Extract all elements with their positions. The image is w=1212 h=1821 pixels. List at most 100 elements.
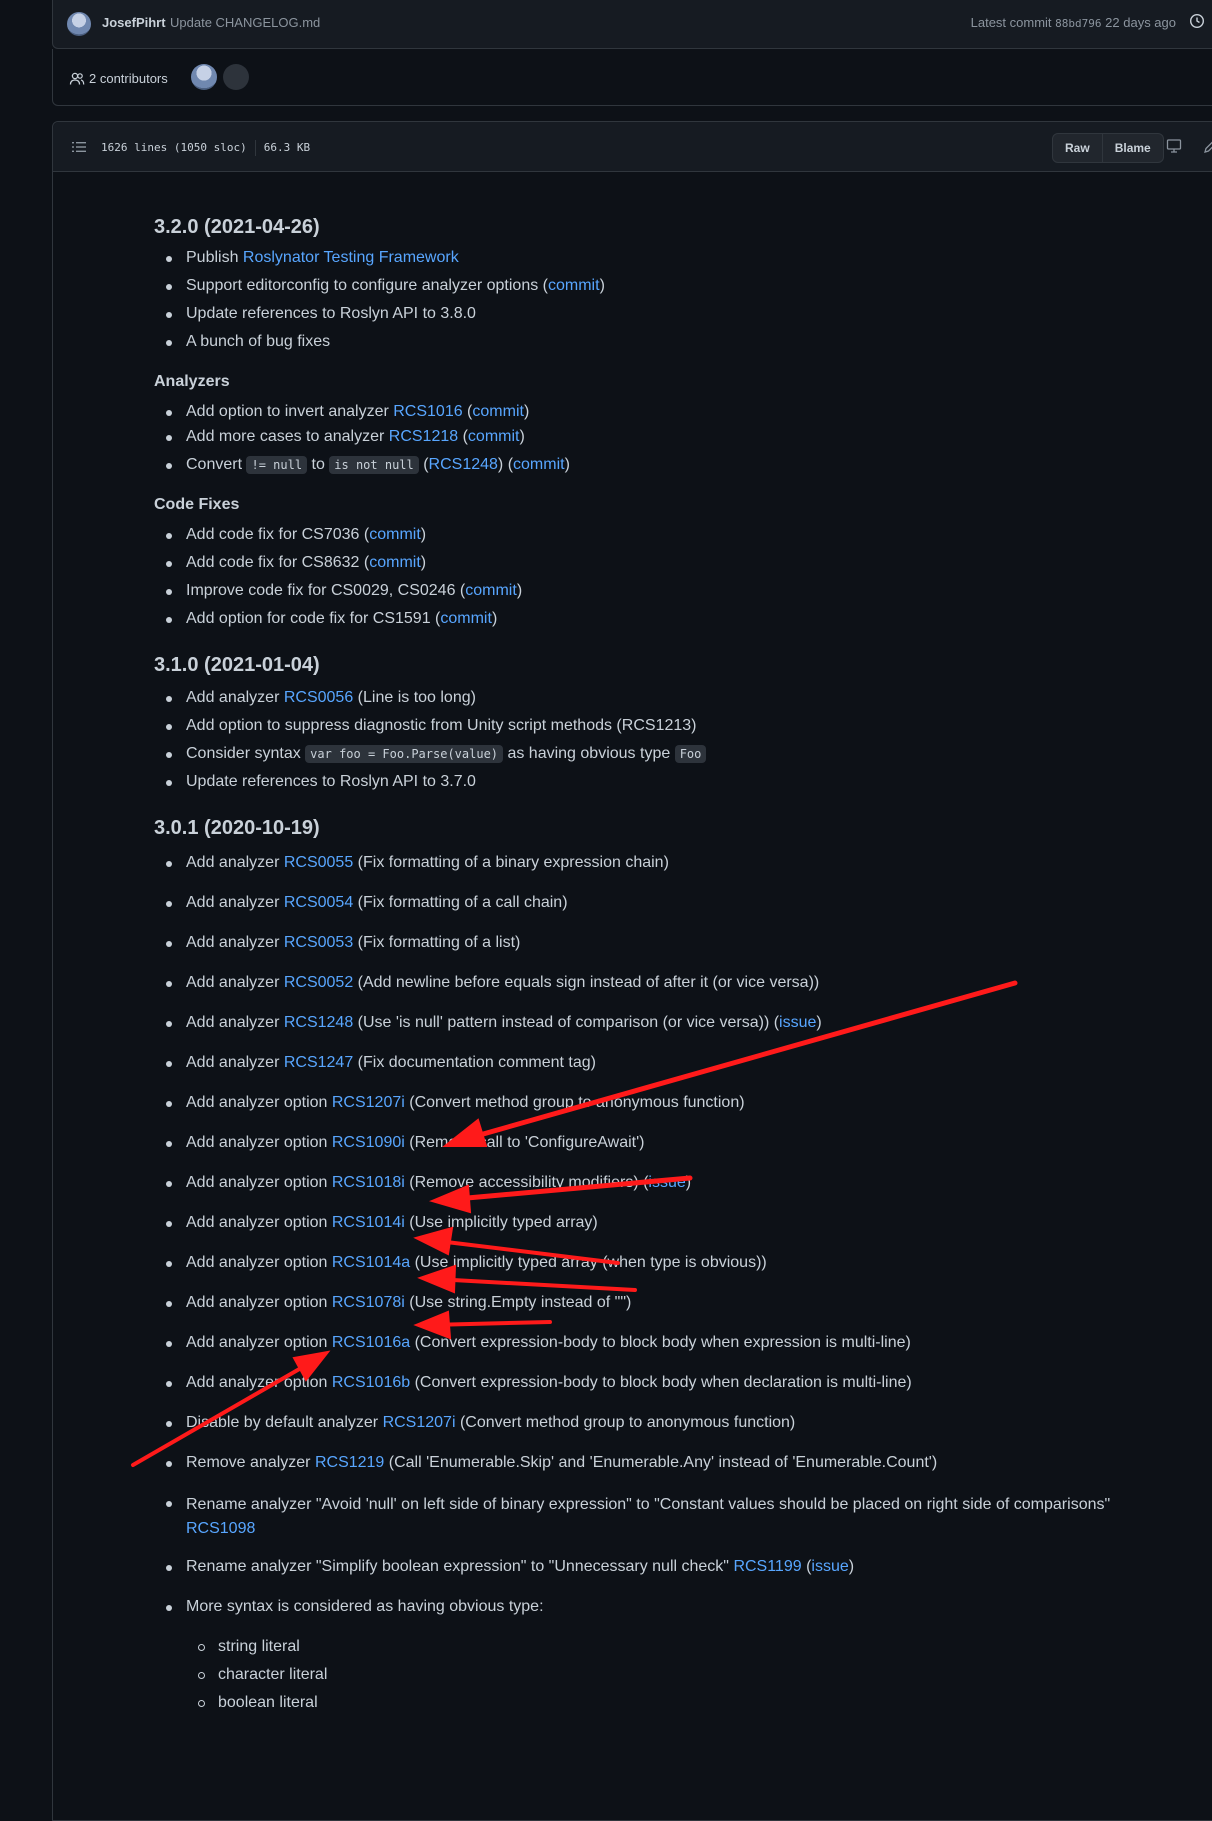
- item-text: ): [519, 428, 525, 445]
- rule-link[interactable]: RCS1098: [186, 1520, 255, 1537]
- testing-framework-link[interactable]: Roslynator Testing Framework: [243, 249, 459, 266]
- commit-message-link[interactable]: Update CHANGELOG.md: [170, 15, 320, 30]
- rule-link[interactable]: RCS1014i: [332, 1214, 405, 1231]
- rule-link[interactable]: RCS1247: [284, 1054, 353, 1071]
- rule-link[interactable]: RCS1218: [389, 428, 458, 445]
- item-text: Add analyzer option: [186, 1134, 332, 1151]
- blame-button[interactable]: Blame: [1101, 134, 1163, 162]
- sub-list-item: boolean literal: [154, 1693, 1154, 1713]
- item-text: Remove analyzer: [186, 1454, 315, 1471]
- outline-list-icon[interactable]: [71, 139, 87, 155]
- commit-link[interactable]: commit: [513, 456, 565, 473]
- commit-link[interactable]: commit: [369, 554, 421, 571]
- commit-link[interactable]: commit: [369, 526, 421, 543]
- rule-link[interactable]: RCS1018i: [332, 1174, 405, 1191]
- list-item: Add analyzer RCS0055 (Fix formatting of …: [154, 853, 1154, 873]
- item-text: (: [458, 428, 468, 445]
- item-text: Add option to invert analyzer: [186, 403, 394, 420]
- list-item: Add code fix for CS8632 (commit): [154, 553, 1154, 573]
- list-item: Add analyzer option RCS1090i (Remove cal…: [154, 1133, 1154, 1153]
- latest-commit-label: Latest commit: [970, 15, 1052, 30]
- raw-button[interactable]: Raw: [1053, 134, 1102, 162]
- list-item: Add option to suppress diagnostic from U…: [154, 716, 1154, 736]
- desktop-icon[interactable]: [1166, 138, 1182, 154]
- commit-author-link[interactable]: JosefPihrt: [102, 15, 166, 30]
- issue-link[interactable]: issue: [648, 1174, 685, 1191]
- pencil-icon[interactable]: [1203, 138, 1212, 154]
- list: Publish Roslynator Testing Framework Sup…: [154, 248, 1154, 352]
- list-item: Improve code fix for CS0029, CS0246 (com…: [154, 581, 1154, 601]
- rule-link[interactable]: RCS1016a: [332, 1334, 410, 1351]
- sub-list-item: character literal: [154, 1665, 1154, 1685]
- list-item: A bunch of bug fixes: [154, 332, 1154, 352]
- list: Add code fix for CS7036 (commit) Add cod…: [154, 525, 1154, 629]
- rule-link[interactable]: RCS1090i: [332, 1134, 405, 1151]
- contributor-avatar[interactable]: [191, 64, 217, 90]
- rule-link[interactable]: RCS1014a: [332, 1254, 410, 1271]
- item-text: (Convert method group to anonymous funct…: [455, 1414, 796, 1431]
- list-item: Add analyzer RCS0052 (Add newline before…: [154, 973, 1154, 993]
- rule-link[interactable]: RCS0053: [284, 934, 353, 951]
- author-avatar[interactable]: [67, 12, 91, 36]
- list-item: Rename analyzer "Simplify boolean expres…: [154, 1557, 1154, 1577]
- contributor-avatar[interactable]: [223, 64, 249, 90]
- item-text: Add analyzer option: [186, 1174, 332, 1191]
- latest-commit-bar: JosefPihrt Update CHANGELOG.md Latest co…: [52, 0, 1212, 49]
- rule-link[interactable]: RCS1219: [315, 1454, 384, 1471]
- commit-link[interactable]: commit: [465, 582, 517, 599]
- item-text: Add analyzer: [186, 934, 284, 951]
- item-text: (Remove call to 'ConfigureAwait'): [404, 1134, 645, 1151]
- history-icon[interactable]: [1189, 13, 1205, 29]
- item-text: (Convert expression-body to block body w…: [410, 1334, 911, 1351]
- item-text: (Fix formatting of a binary expression c…: [353, 854, 669, 871]
- item-text: (Use implicitly typed array (when type i…: [410, 1254, 767, 1271]
- rule-link[interactable]: RCS1248: [429, 456, 498, 473]
- file-actions: Raw Blame: [1052, 133, 1164, 163]
- item-text: Support editorconfig to configure analyz…: [186, 277, 548, 294]
- latest-commit-info: Latest commit 88bd796 22 days ago: [971, 15, 1176, 30]
- item-text: (Use string.Empty instead of ""): [404, 1294, 632, 1311]
- rule-link[interactable]: RCS0056: [284, 689, 353, 706]
- commit-link[interactable]: commit: [472, 403, 524, 420]
- item-text: ): [848, 1558, 855, 1575]
- item-text: Add analyzer option: [186, 1294, 332, 1311]
- list-item: Add analyzer RCS1247 (Fix documentation …: [154, 1053, 1154, 1073]
- list-item: Add analyzer option RCS1014i (Use implic…: [154, 1213, 1154, 1233]
- commit-link[interactable]: commit: [468, 428, 520, 445]
- item-text: Add code fix for CS7036 (: [186, 526, 370, 543]
- list-item: Add analyzer RCS0053 (Fix formatting of …: [154, 933, 1154, 953]
- people-icon: [69, 72, 85, 85]
- inline-code: Foo: [674, 745, 707, 763]
- rule-link[interactable]: RCS1016b: [332, 1374, 410, 1391]
- contributors-count-link[interactable]: 2 contributors: [89, 71, 168, 86]
- item-text: to: [307, 456, 330, 473]
- commit-link[interactable]: commit: [548, 277, 600, 294]
- item-text: Add analyzer option: [186, 1254, 332, 1271]
- commit-hash-link[interactable]: 88bd796: [1055, 17, 1101, 30]
- rule-link[interactable]: RCS0054: [284, 894, 353, 911]
- issue-link[interactable]: issue: [779, 1014, 816, 1031]
- commit-link[interactable]: commit: [440, 610, 492, 627]
- list: Add analyzer RCS0055 (Fix formatting of …: [154, 853, 1154, 1713]
- list-item: Add analyzer option RCS1016b (Convert ex…: [154, 1373, 1154, 1393]
- rule-link[interactable]: RCS1199: [733, 1558, 801, 1575]
- list: Add option to invert analyzer RCS1016 (c…: [154, 402, 1154, 475]
- rule-link[interactable]: RCS1016: [393, 403, 462, 420]
- version-heading-3-0-1: 3.0.1 (2020-10-19): [154, 817, 320, 839]
- item-text: Add analyzer: [186, 1054, 284, 1071]
- list-item: Add option for code fix for CS1591 (comm…: [154, 609, 1154, 629]
- item-text: Add analyzer: [186, 894, 284, 911]
- item-text: Add option for code fix for CS1591 (: [186, 610, 441, 627]
- rule-link[interactable]: RCS1207i: [383, 1414, 456, 1431]
- rule-link[interactable]: RCS1078i: [332, 1294, 405, 1311]
- list-item: Support editorconfig to configure analyz…: [154, 276, 1154, 296]
- rule-link[interactable]: RCS1248: [284, 1014, 353, 1031]
- issue-link[interactable]: issue: [811, 1558, 848, 1575]
- rule-link[interactable]: RCS1207i: [332, 1094, 405, 1111]
- rule-link[interactable]: RCS0052: [284, 974, 353, 991]
- item-text: Add analyzer option: [186, 1334, 332, 1351]
- rule-link[interactable]: RCS0055: [284, 854, 353, 871]
- list-item: Publish Roslynator Testing Framework: [154, 248, 1154, 268]
- item-text: (Use 'is null' pattern instead of compar…: [353, 1014, 780, 1031]
- list-item: Add analyzer RCS1248 (Use 'is null' patt…: [154, 1013, 1154, 1033]
